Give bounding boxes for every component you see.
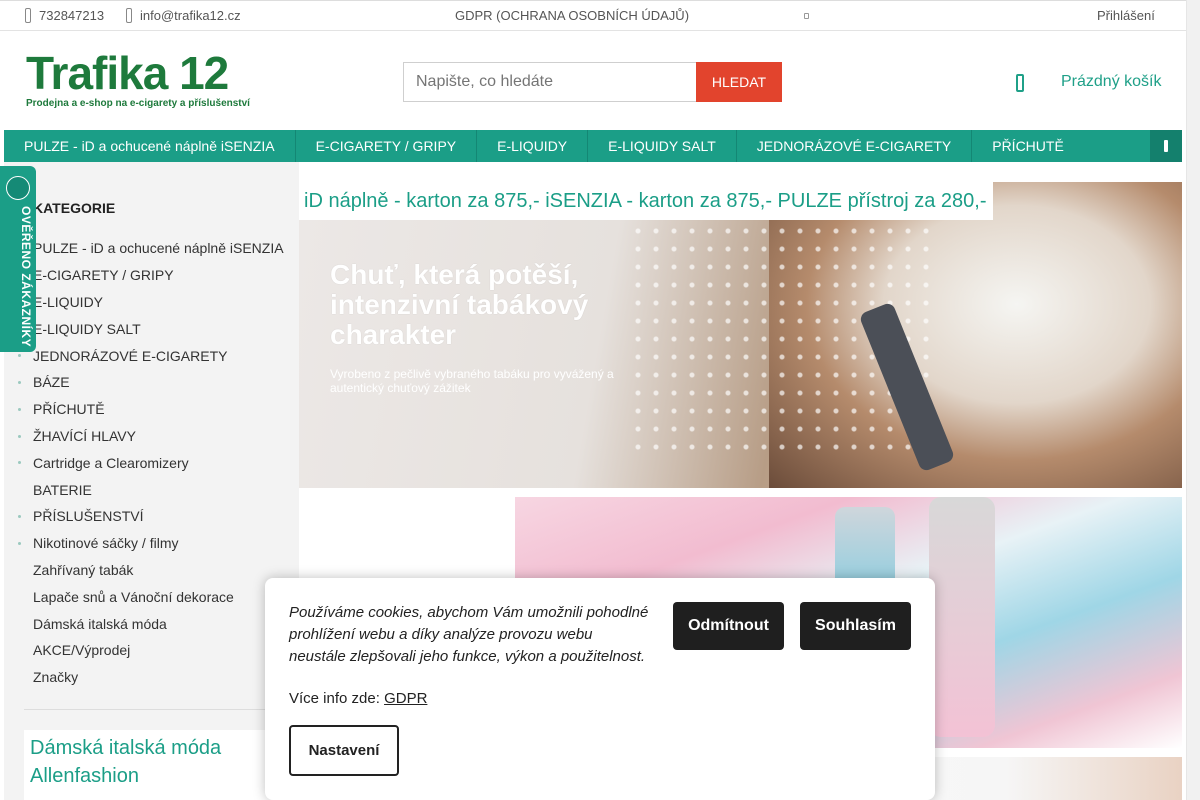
phone-icon bbox=[25, 8, 31, 23]
bullet-icon bbox=[18, 541, 21, 545]
sidebar-divider bbox=[24, 709, 284, 710]
dropdown-icon[interactable] bbox=[804, 13, 809, 19]
nav-item-e-cigarety[interactable]: E-CIGARETY / GRIPY bbox=[296, 130, 478, 162]
category-label[interactable]: PŘÍSLUŠENSTVÍ bbox=[33, 508, 143, 524]
category-list: PULZE - iD a ochucené náplně iSENZIA E-C… bbox=[4, 235, 299, 691]
email-address[interactable]: info@trafika12.cz bbox=[140, 8, 241, 23]
bullet-icon bbox=[18, 380, 21, 384]
category-item[interactable]: E-LIQUIDY bbox=[4, 289, 299, 316]
category-item[interactable]: PŘÍCHUTĚ bbox=[4, 396, 299, 423]
more-info-label: Více info zde: bbox=[289, 690, 380, 707]
cart-icon[interactable] bbox=[1016, 74, 1024, 92]
main-nav: PULZE - iD a ochucené náplně iSENZIA E-C… bbox=[4, 130, 1182, 162]
page-scrollbar[interactable] bbox=[1186, 0, 1200, 800]
site-logo[interactable]: Trafika 12 Prodejna a e-shop na e-cigare… bbox=[26, 50, 266, 110]
heureka-icon bbox=[6, 176, 30, 200]
category-item[interactable]: Dámská italská móda bbox=[4, 610, 299, 637]
category-item[interactable]: PULZE - iD a ochucené náplně iSENZIA bbox=[4, 235, 299, 262]
category-item[interactable]: Lapače snů a Vánoční dekorace bbox=[4, 583, 299, 610]
nav-more-button[interactable] bbox=[1150, 130, 1182, 162]
sidebar-promo[interactable]: Dámská italská móda Allenfashion bbox=[24, 730, 284, 800]
categories-title: KATEGORIE bbox=[33, 200, 116, 216]
announcement-bar[interactable]: iD náplně - karton za 875,- iSENZIA - ka… bbox=[299, 182, 993, 220]
hero-banner[interactable]: Chuť, která potěší, intenzivní tabákový … bbox=[299, 182, 1182, 488]
category-label[interactable]: Nikotinové sáčky / filmy bbox=[33, 535, 178, 551]
category-label[interactable]: Zahřívaný tabák bbox=[33, 562, 133, 578]
header: Trafika 12 Prodejna a e-shop na e-cigare… bbox=[0, 32, 1186, 130]
category-label[interactable]: PŘÍCHUTĚ bbox=[33, 401, 105, 417]
category-label[interactable]: ŽHAVÍCÍ HLAVY bbox=[33, 428, 136, 444]
category-item[interactable]: AKCE/Výprodej bbox=[4, 637, 299, 664]
cookie-consent: Používáme cookies, abychom Vám umožnili … bbox=[265, 578, 935, 800]
nav-item-jednorazove[interactable]: JEDNORÁZOVÉ E-CIGARETY bbox=[737, 130, 973, 162]
bullet-icon bbox=[18, 434, 21, 438]
category-label[interactable]: BÁZE bbox=[33, 374, 70, 390]
category-item[interactable]: Zahřívaný tabák bbox=[4, 557, 299, 584]
category-item[interactable]: ŽHAVÍCÍ HLAVY bbox=[4, 423, 299, 450]
phone-contact[interactable]: 732847213 bbox=[25, 8, 104, 23]
vape-device-image bbox=[929, 497, 995, 737]
nav-item-e-liquidy[interactable]: E-LIQUIDY bbox=[477, 130, 589, 162]
category-item[interactable]: Nikotinové sáčky / filmy bbox=[4, 530, 299, 557]
category-item[interactable]: JEDNORÁZOVÉ E-CIGARETY bbox=[4, 342, 299, 369]
nav-item-e-liquidy-salt[interactable]: E-LIQUIDY SALT bbox=[588, 130, 737, 162]
category-item[interactable]: E-CIGARETY / GRIPY bbox=[4, 262, 299, 289]
cookie-settings-button[interactable]: Nastavení bbox=[289, 725, 399, 776]
bullet-icon bbox=[18, 461, 21, 465]
nav-item-pulze[interactable]: PULZE - iD a ochucené náplně iSENZIA bbox=[4, 130, 296, 162]
cookie-text: Používáme cookies, abychom Vám umožnili … bbox=[289, 604, 649, 665]
category-label[interactable]: E-LIQUIDY bbox=[33, 294, 103, 310]
category-label[interactable]: AKCE/Výprodej bbox=[33, 642, 130, 658]
top-bar: 732847213 info@trafika12.cz GDPR (OCHRAN… bbox=[0, 0, 1186, 31]
category-item[interactable]: Cartridge a Clearomizery bbox=[4, 449, 299, 476]
category-item[interactable]: Značky bbox=[4, 664, 299, 691]
promo-title[interactable]: Dámská italská móda Allenfashion bbox=[30, 734, 284, 790]
category-label[interactable]: Dámská italská móda bbox=[33, 616, 167, 632]
search-button[interactable]: HLEDAT bbox=[696, 62, 782, 102]
category-item[interactable]: PŘÍSLUŠENSTVÍ bbox=[4, 503, 299, 530]
login-link[interactable]: Přihlášení bbox=[1097, 8, 1155, 23]
sidebar: KATEGORIE PULZE - iD a ochucené náplně i… bbox=[4, 162, 299, 800]
badge-label: OVĚŘENO ZÁKAZNÍKY bbox=[19, 206, 33, 348]
gdpr-link[interactable]: GDPR (OCHRANA OSOBNÍCH ÚDAJŮ) bbox=[455, 8, 689, 23]
more-icon bbox=[1164, 140, 1168, 152]
bullet-icon bbox=[18, 407, 21, 411]
logo-title: Trafika 12 bbox=[26, 47, 229, 99]
category-label[interactable]: Lapače snů a Vánoční dekorace bbox=[33, 589, 234, 605]
cookie-more-info: Více info zde: GDPR bbox=[289, 690, 427, 707]
accept-button[interactable]: Souhlasím bbox=[800, 602, 911, 650]
phone-number[interactable]: 732847213 bbox=[39, 8, 104, 23]
category-label[interactable]: Cartridge a Clearomizery bbox=[33, 455, 189, 471]
cart-label[interactable]: Prázdný košík bbox=[1061, 73, 1161, 91]
email-contact[interactable]: info@trafika12.cz bbox=[126, 8, 241, 23]
hero-headline: Chuť, která potěší, intenzivní tabákový … bbox=[330, 259, 589, 350]
bullet-icon bbox=[18, 354, 21, 358]
hero-subline: Vyrobeno z pečlivě vybraného tabáku pro … bbox=[330, 367, 614, 395]
logo-subtitle: Prodejna a e-shop na e-cigarety a příslu… bbox=[26, 98, 250, 109]
verified-customers-badge[interactable]: OVĚŘENO ZÁKAZNÍKY bbox=[0, 166, 36, 352]
category-label[interactable]: BATERIE bbox=[33, 482, 92, 498]
mail-icon bbox=[126, 8, 132, 23]
search-input[interactable] bbox=[403, 62, 697, 102]
category-label[interactable]: PULZE - iD a ochucené náplně iSENZIA bbox=[33, 240, 284, 256]
category-item[interactable]: E-LIQUIDY SALT bbox=[4, 315, 299, 342]
decline-button[interactable]: Odmítnout bbox=[673, 602, 784, 650]
gdpr-cookie-link[interactable]: GDPR bbox=[384, 690, 427, 707]
bullet-icon bbox=[18, 514, 21, 518]
category-label[interactable]: E-CIGARETY / GRIPY bbox=[33, 267, 174, 283]
category-item[interactable]: BÁZE bbox=[4, 369, 299, 396]
category-label[interactable]: Značky bbox=[33, 669, 78, 685]
category-label[interactable]: JEDNORÁZOVÉ E-CIGARETY bbox=[33, 348, 227, 364]
category-label[interactable]: E-LIQUIDY SALT bbox=[33, 321, 141, 337]
category-item[interactable]: BATERIE bbox=[4, 476, 299, 503]
nav-item-prichute[interactable]: PŘÍCHUTĚ bbox=[972, 130, 1084, 162]
